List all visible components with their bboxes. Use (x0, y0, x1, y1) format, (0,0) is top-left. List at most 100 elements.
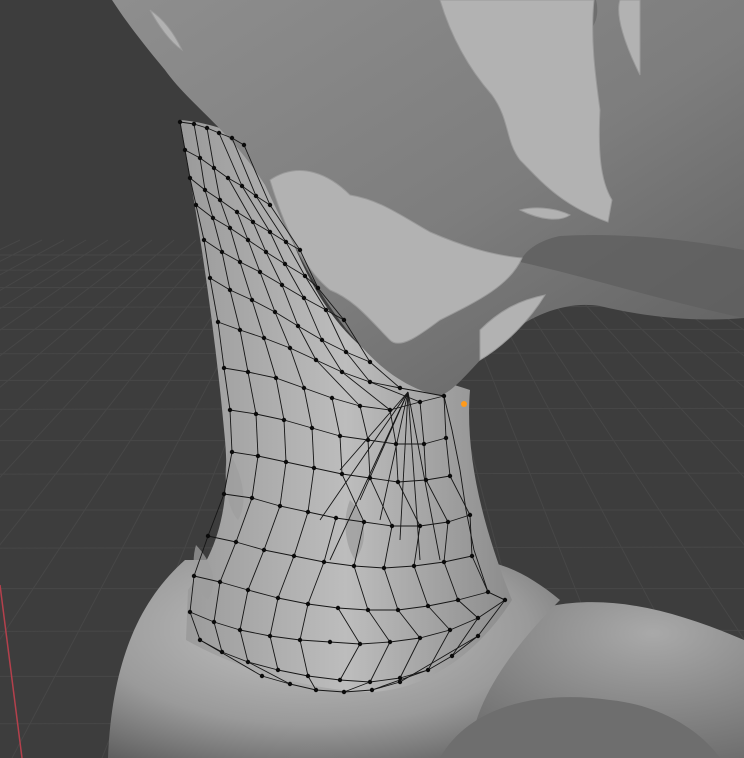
mesh-vertex[interactable] (319, 337, 325, 343)
mesh-vertex[interactable] (397, 385, 403, 391)
mesh-vertex[interactable] (339, 471, 345, 477)
mesh-vertex[interactable] (187, 175, 193, 181)
mesh-vertex[interactable] (191, 573, 197, 579)
mesh-vertex[interactable] (245, 659, 251, 665)
mesh-vertex[interactable] (297, 637, 303, 643)
mesh-vertex[interactable] (187, 609, 193, 615)
mesh-vertex[interactable] (357, 641, 363, 647)
mesh-vertex[interactable] (369, 687, 375, 693)
mesh-vertex[interactable] (234, 209, 240, 215)
mesh-vertex[interactable] (210, 215, 216, 221)
mesh-vertex[interactable] (389, 523, 395, 529)
mesh-vertex[interactable] (361, 519, 367, 525)
mesh-vertex[interactable] (367, 379, 373, 385)
mesh-vertex[interactable] (229, 135, 235, 141)
mesh-vertex[interactable] (225, 175, 231, 181)
mesh-vertex[interactable] (395, 607, 401, 613)
mesh-vertex[interactable] (291, 553, 297, 559)
mesh-vertex[interactable] (191, 121, 197, 127)
mesh-vertex[interactable] (182, 147, 188, 153)
mesh-vertex[interactable] (417, 523, 423, 529)
mesh-vertex[interactable] (425, 603, 431, 609)
mesh-vertex[interactable] (219, 649, 225, 655)
mesh-vertex[interactable] (305, 673, 311, 679)
mesh-vertex[interactable] (313, 357, 319, 363)
mesh-vertex[interactable] (227, 287, 233, 293)
mesh-vertex[interactable] (267, 633, 273, 639)
mesh-vertex[interactable] (315, 285, 321, 291)
mesh-vertex[interactable] (417, 635, 423, 641)
mesh-vertex[interactable] (211, 619, 217, 625)
mesh-vertex[interactable] (275, 595, 281, 601)
mesh-vertex[interactable] (202, 187, 208, 193)
mesh-vertex[interactable] (237, 327, 243, 333)
mesh-vertex[interactable] (449, 653, 455, 659)
mesh-vertex[interactable] (447, 627, 453, 633)
mesh-vertex[interactable] (305, 601, 311, 607)
mesh-vertex[interactable] (239, 183, 245, 189)
mesh-vertex[interactable] (283, 239, 289, 245)
mesh-vertex[interactable] (287, 345, 293, 351)
mesh-vertex[interactable] (309, 425, 315, 431)
mesh-vertex[interactable] (295, 323, 301, 329)
mesh-vertex[interactable] (311, 465, 317, 471)
mesh-vertex[interactable] (387, 407, 393, 413)
mesh-vertex[interactable] (250, 219, 256, 225)
mesh-vertex[interactable] (395, 479, 401, 485)
mesh-vertex[interactable] (367, 475, 373, 481)
mesh-vertex[interactable] (321, 559, 327, 565)
mesh-vertex[interactable] (207, 275, 213, 281)
mesh-vertex[interactable] (227, 407, 233, 413)
mesh-vertex[interactable] (245, 237, 251, 243)
mesh-vertex[interactable] (443, 435, 449, 441)
mesh-vertex[interactable] (267, 202, 273, 208)
mesh-vertex[interactable] (305, 509, 311, 515)
mesh-vertex[interactable] (221, 365, 227, 371)
mesh-vertex[interactable] (301, 385, 307, 391)
mesh-vertex[interactable] (261, 335, 267, 341)
mesh-vertex[interactable] (302, 273, 308, 279)
mesh-vertex[interactable] (237, 259, 243, 265)
mesh-vertex[interactable] (229, 449, 235, 455)
mesh-vertex[interactable] (197, 637, 203, 643)
mesh-vertex[interactable] (323, 307, 329, 313)
mesh-vertex[interactable] (249, 297, 255, 303)
mesh-vertex[interactable] (467, 512, 473, 518)
mesh-vertex[interactable] (297, 247, 303, 253)
mesh-vertex[interactable] (282, 261, 288, 267)
mesh-vertex[interactable] (337, 677, 343, 683)
mesh-vertex[interactable] (333, 515, 339, 521)
mesh-vertex[interactable] (301, 295, 307, 301)
mesh-vertex[interactable] (259, 673, 265, 679)
mesh-vertex[interactable] (255, 453, 261, 459)
mesh-vertex[interactable] (502, 597, 508, 603)
mesh-vertex[interactable] (253, 411, 259, 417)
mesh-vertex[interactable] (261, 547, 267, 553)
mesh-vertex[interactable] (211, 165, 217, 171)
mesh-vertex[interactable] (233, 539, 239, 545)
mesh-vertex[interactable] (455, 597, 461, 603)
mesh-vertex[interactable] (447, 473, 453, 479)
mesh-vertex[interactable] (397, 679, 403, 685)
mesh-vertex[interactable] (279, 282, 285, 288)
mesh-vertex[interactable] (237, 627, 243, 633)
mesh-vertex[interactable] (365, 607, 371, 613)
mesh-vertex[interactable] (417, 399, 423, 405)
mesh-vertex[interactable] (217, 197, 223, 203)
mesh-vertex[interactable] (393, 441, 399, 447)
mesh-vertex[interactable] (245, 587, 251, 593)
mesh-vertex[interactable] (215, 319, 221, 325)
selected-vertex[interactable] (461, 401, 467, 407)
mesh-vertex[interactable] (263, 249, 269, 255)
mesh-vertex[interactable] (341, 317, 347, 323)
mesh-vertex[interactable] (411, 563, 417, 569)
mesh-vertex[interactable] (245, 369, 251, 375)
mesh-vertex[interactable] (441, 559, 447, 565)
mesh-vertex[interactable] (445, 519, 451, 525)
mesh-vertex[interactable] (339, 369, 345, 375)
mesh-vertex[interactable] (335, 605, 341, 611)
mesh-vertex[interactable] (219, 249, 225, 255)
mesh-vertex[interactable] (397, 675, 403, 681)
mesh-vertex[interactable] (253, 193, 259, 199)
mesh-vertex[interactable] (341, 689, 347, 695)
